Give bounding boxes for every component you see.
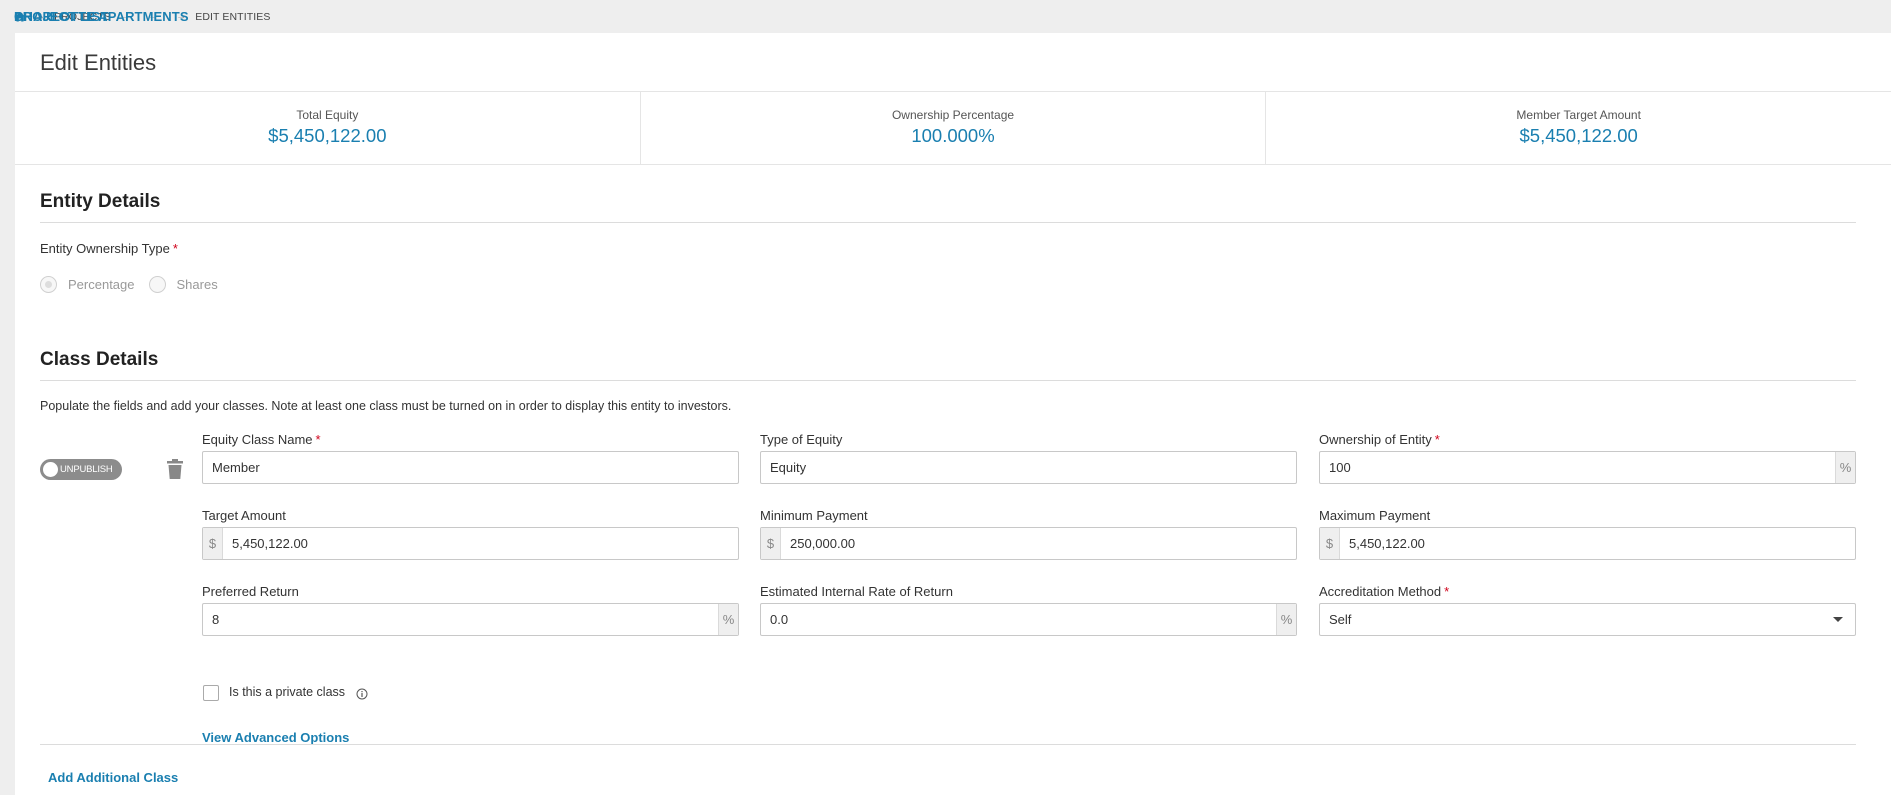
maximum-payment-input[interactable]: $ 5,450,122.00 xyxy=(1319,527,1856,560)
divider xyxy=(40,222,1856,223)
radio-shares-label: Shares xyxy=(176,277,218,292)
divider xyxy=(40,744,1856,745)
trash-icon[interactable] xyxy=(165,458,185,480)
publish-toggle[interactable]: UNPUBLISH xyxy=(40,459,122,480)
stat-total-equity: Total Equity $5,450,122.00 xyxy=(15,92,641,164)
equity-class-name-input[interactable]: Member xyxy=(202,451,739,484)
equity-class-name-label: Equity Class Name * xyxy=(202,432,321,447)
chevron-down-icon xyxy=(1833,617,1843,622)
input-value: 5,450,122.00 xyxy=(1349,536,1425,551)
private-class-label: Is this a private class xyxy=(229,685,346,699)
irr-input[interactable]: 0.0 % xyxy=(760,603,1297,636)
target-amount-input[interactable]: $ 5,450,122.00 xyxy=(202,527,739,560)
accreditation-method-label-text: Accreditation Method xyxy=(1319,584,1442,599)
type-of-equity-input[interactable]: Equity xyxy=(760,451,1297,484)
radio-selected-dot xyxy=(45,281,52,288)
radio-percentage[interactable] xyxy=(40,276,57,293)
equity-class-name-label-text: Equity Class Name xyxy=(202,432,313,447)
required-mark: * xyxy=(1434,432,1440,447)
ownership-type-label: Entity Ownership Type * xyxy=(40,241,178,256)
class-details-title: Class Details xyxy=(40,349,159,370)
type-of-equity-label: Type of Equity xyxy=(760,432,843,447)
stat-label: Member Target Amount xyxy=(1516,108,1641,122)
ownership-of-entity-input[interactable]: 100 % xyxy=(1319,451,1856,484)
toggle-label: UNPUBLISH xyxy=(60,464,113,475)
minimum-payment-label: Minimum Payment xyxy=(760,508,868,523)
radio-shares[interactable] xyxy=(148,276,166,293)
input-value: Equity xyxy=(770,460,807,475)
breadcrumb: → PROJECTS → PROJECT LIST → CHARLOTTE AP… xyxy=(0,0,1891,33)
ownership-type-label-text: Entity Ownership Type xyxy=(40,241,170,256)
entity-details-title: Entity Details xyxy=(40,191,161,212)
breadcrumb-charlotte-apartments[interactable]: CHARLOTTE APARTMENTS xyxy=(14,9,189,24)
dollar-addon: $ xyxy=(761,528,781,559)
target-amount-label: Target Amount xyxy=(202,508,286,523)
dollar-addon: $ xyxy=(203,528,223,559)
percent-addon: % xyxy=(1835,452,1855,483)
toggle-knob xyxy=(43,462,58,477)
view-advanced-options-link[interactable]: View Advanced Options xyxy=(202,730,349,745)
input-value: 5,450,122.00 xyxy=(232,536,308,551)
input-value: Member xyxy=(212,460,260,475)
input-value: 100 xyxy=(1329,460,1351,475)
radio-percentage-label: Percentage xyxy=(68,277,135,292)
preferred-return-input[interactable]: 8 % xyxy=(202,603,739,636)
stat-label: Ownership Percentage xyxy=(891,108,1015,122)
dollar-addon: $ xyxy=(1320,528,1340,559)
add-additional-class-link[interactable]: Add Additional Class xyxy=(48,770,178,785)
stat-ownership-percentage: Ownership Percentage 100.000% xyxy=(641,92,1267,164)
summary-stats: Total Equity $5,450,122.00 Ownership Per… xyxy=(15,92,1891,165)
minimum-payment-input[interactable]: $ 250,000.00 xyxy=(760,527,1297,560)
required-mark: * xyxy=(315,432,321,447)
info-icon[interactable] xyxy=(356,687,368,700)
required-mark: * xyxy=(1444,584,1450,599)
breadcrumb-edit-entities: EDIT ENTITIES xyxy=(195,10,271,23)
divider xyxy=(40,380,1856,381)
input-value: 250,000.00 xyxy=(790,536,856,551)
stat-label: Total Equity xyxy=(296,108,359,122)
percent-addon: % xyxy=(1276,604,1296,635)
irr-label: Estimated Internal Rate of Return xyxy=(760,584,953,599)
class-details-help: Populate the fields and add your classes… xyxy=(40,399,732,413)
private-class-checkbox[interactable] xyxy=(203,685,219,701)
accreditation-method-select[interactable]: Self xyxy=(1319,603,1856,636)
stat-member-target-amount: Member Target Amount $5,450,122.00 xyxy=(1266,92,1891,164)
select-value: Self xyxy=(1329,612,1352,627)
preferred-return-label: Preferred Return xyxy=(202,584,299,599)
stat-value: 100.000% xyxy=(911,125,995,146)
required-mark: * xyxy=(172,241,178,256)
input-value: 0.0 xyxy=(770,612,789,627)
stat-value: $5,450,122.00 xyxy=(268,125,387,146)
accreditation-method-label: Accreditation Method * xyxy=(1319,584,1449,599)
ownership-of-entity-label-text: Ownership of Entity xyxy=(1319,432,1432,447)
ownership-of-entity-label: Ownership of Entity * xyxy=(1319,432,1440,447)
main-card: Edit Entities Total Equity $5,450,122.00… xyxy=(15,33,1891,795)
maximum-payment-label: Maximum Payment xyxy=(1319,508,1431,523)
ownership-type-radio-group: Percentage Shares xyxy=(40,276,232,293)
input-value: 8 xyxy=(212,612,220,627)
stat-value: $5,450,122.00 xyxy=(1519,125,1638,146)
page-title: Edit Entities xyxy=(40,50,157,75)
percent-addon: % xyxy=(718,604,738,635)
